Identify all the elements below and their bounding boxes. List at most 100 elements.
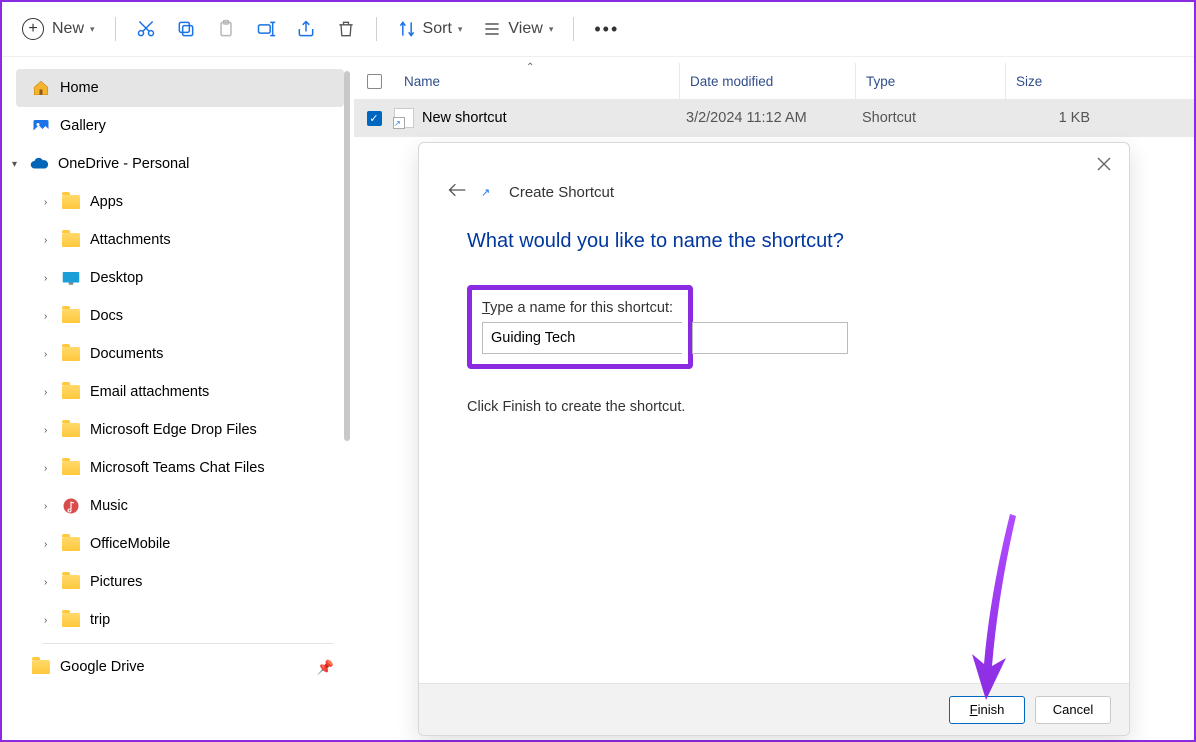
copy-button[interactable] bbox=[168, 13, 204, 45]
file-type-cell: Shortcut bbox=[852, 110, 1002, 126]
arrow-left-icon bbox=[447, 182, 467, 198]
sidebar-item-label: Pictures bbox=[90, 574, 142, 590]
sort-indicator-icon: ⌃ bbox=[526, 62, 534, 73]
shortcut-name-input-ext[interactable] bbox=[692, 322, 848, 354]
sort-label: Sort bbox=[423, 20, 452, 38]
column-size[interactable]: Size bbox=[1006, 63, 1104, 99]
sidebar-item-desktop[interactable]: › Desktop bbox=[2, 259, 354, 297]
paste-button[interactable] bbox=[208, 13, 244, 45]
clipboard-icon bbox=[216, 19, 236, 39]
separator bbox=[573, 17, 574, 41]
chevron-right-icon: › bbox=[44, 273, 58, 284]
select-all-checkbox[interactable] bbox=[354, 74, 394, 89]
music-icon bbox=[62, 497, 80, 515]
cancel-button[interactable]: Cancel bbox=[1035, 696, 1111, 724]
folder-icon bbox=[62, 421, 80, 439]
chevron-right-icon: › bbox=[44, 425, 58, 436]
sidebar-item-label: Music bbox=[90, 498, 128, 514]
copy-icon bbox=[176, 19, 196, 39]
gallery-icon bbox=[32, 117, 50, 135]
chevron-down-icon: ▾ bbox=[458, 24, 463, 35]
sidebar-item-home[interactable]: Home bbox=[16, 69, 344, 107]
sidebar-item-label: Desktop bbox=[90, 270, 143, 286]
delete-button[interactable] bbox=[328, 13, 364, 45]
sidebar-item-gallery[interactable]: Gallery bbox=[2, 107, 354, 145]
file-date-cell: 3/2/2024 11:12 AM bbox=[676, 110, 852, 126]
close-icon bbox=[1097, 157, 1111, 171]
separator bbox=[115, 17, 116, 41]
file-row[interactable]: ✓ ↗ New shortcut 3/2/2024 11:12 AM Short… bbox=[354, 99, 1194, 137]
row-checkbox[interactable]: ✓ bbox=[354, 111, 394, 126]
ellipsis-icon: ••• bbox=[594, 19, 619, 40]
finish-button[interactable]: Finish bbox=[949, 696, 1025, 724]
chevron-right-icon: › bbox=[44, 539, 58, 550]
plus-circle-icon: + bbox=[22, 18, 44, 40]
file-name: New shortcut bbox=[422, 110, 507, 126]
sort-button[interactable]: Sort ▾ bbox=[389, 13, 471, 45]
sidebar-item-google-drive[interactable]: Google Drive 📌 bbox=[2, 648, 354, 686]
sidebar-item-apps[interactable]: › Apps bbox=[2, 183, 354, 221]
sidebar-item-onedrive[interactable]: ▾ OneDrive - Personal bbox=[2, 145, 354, 183]
folder-icon bbox=[62, 231, 80, 249]
sidebar-item-label: Attachments bbox=[90, 232, 171, 248]
close-button[interactable] bbox=[1097, 157, 1111, 174]
folder-icon bbox=[62, 611, 80, 629]
sidebar-item-email-attachments[interactable]: › Email attachments bbox=[2, 373, 354, 411]
sidebar-item-docs[interactable]: ›Docs bbox=[2, 297, 354, 335]
chevron-down-icon: ▾ bbox=[549, 24, 554, 35]
chevron-right-icon: › bbox=[44, 387, 58, 398]
sidebar-item-pictures[interactable]: › Pictures bbox=[2, 563, 354, 601]
sidebar-item-label: Microsoft Edge Drop Files bbox=[90, 422, 257, 438]
chevron-right-icon: › bbox=[44, 615, 58, 626]
sidebar-item-teams-chat[interactable]: ›Microsoft Teams Chat Files bbox=[2, 449, 354, 487]
more-button[interactable]: ••• bbox=[586, 13, 627, 46]
sidebar-item-label: Email attachments bbox=[90, 384, 209, 400]
desktop-icon bbox=[62, 269, 80, 287]
scissors-icon bbox=[136, 19, 156, 39]
file-name-cell: ↗ New shortcut bbox=[394, 108, 676, 128]
view-label: View bbox=[508, 20, 542, 38]
chevron-right-icon: › bbox=[44, 501, 58, 512]
folder-icon bbox=[62, 345, 80, 363]
sidebar-item-label: Docs bbox=[90, 308, 123, 324]
chevron-right-icon: › bbox=[44, 235, 58, 246]
sidebar-item-label: Microsoft Teams Chat Files bbox=[90, 460, 265, 476]
column-type[interactable]: Type bbox=[856, 63, 1006, 99]
column-date[interactable]: Date modified bbox=[680, 63, 856, 99]
sidebar-item-documents[interactable]: ›Documents bbox=[2, 335, 354, 373]
sidebar-item-label: OneDrive - Personal bbox=[58, 156, 189, 172]
share-button[interactable] bbox=[288, 13, 324, 45]
folder-icon bbox=[62, 193, 80, 211]
folder-icon bbox=[62, 535, 80, 553]
sidebar-item-label: OfficeMobile bbox=[90, 536, 170, 552]
column-name[interactable]: Name bbox=[394, 63, 680, 99]
create-shortcut-dialog: ↗ Create Shortcut What would you like to… bbox=[418, 142, 1130, 736]
view-button[interactable]: View ▾ bbox=[474, 13, 561, 45]
dialog-body: What would you like to name the shortcut… bbox=[419, 204, 1129, 683]
file-list-header: ⌃ Name Date modified Type Size bbox=[354, 63, 1194, 99]
sidebar-item-label: Gallery bbox=[60, 118, 106, 134]
scrollbar-thumb[interactable] bbox=[344, 71, 350, 441]
shortcut-name-input[interactable] bbox=[482, 322, 682, 354]
sidebar-item-edge-drop[interactable]: › Microsoft Edge Drop Files bbox=[2, 411, 354, 449]
rename-button[interactable] bbox=[248, 13, 284, 45]
chevron-down-icon: ▾ bbox=[12, 159, 26, 170]
chevron-right-icon: › bbox=[44, 577, 58, 588]
sidebar-item-label: Apps bbox=[90, 194, 123, 210]
sidebar-item-attachments[interactable]: › Attachments bbox=[2, 221, 354, 259]
back-button[interactable] bbox=[447, 181, 467, 204]
separator bbox=[42, 643, 334, 644]
trash-icon bbox=[336, 19, 356, 39]
folder-icon bbox=[62, 459, 80, 477]
sort-icon bbox=[397, 19, 417, 39]
dialog-question: What would you like to name the shortcut… bbox=[467, 230, 1081, 253]
sidebar-item-trip[interactable]: › trip bbox=[2, 601, 354, 639]
cut-button[interactable] bbox=[128, 13, 164, 45]
sidebar-item-music[interactable]: › Music bbox=[2, 487, 354, 525]
rename-icon bbox=[256, 19, 276, 39]
chevron-right-icon: › bbox=[44, 197, 58, 208]
sidebar-item-officemobile[interactable]: › OfficeMobile bbox=[2, 525, 354, 563]
new-button[interactable]: + New ▾ bbox=[14, 14, 103, 44]
sidebar-item-label: trip bbox=[90, 612, 110, 628]
sidebar: Home Gallery ▾ OneDrive - Personal › Apps… bbox=[2, 57, 354, 740]
